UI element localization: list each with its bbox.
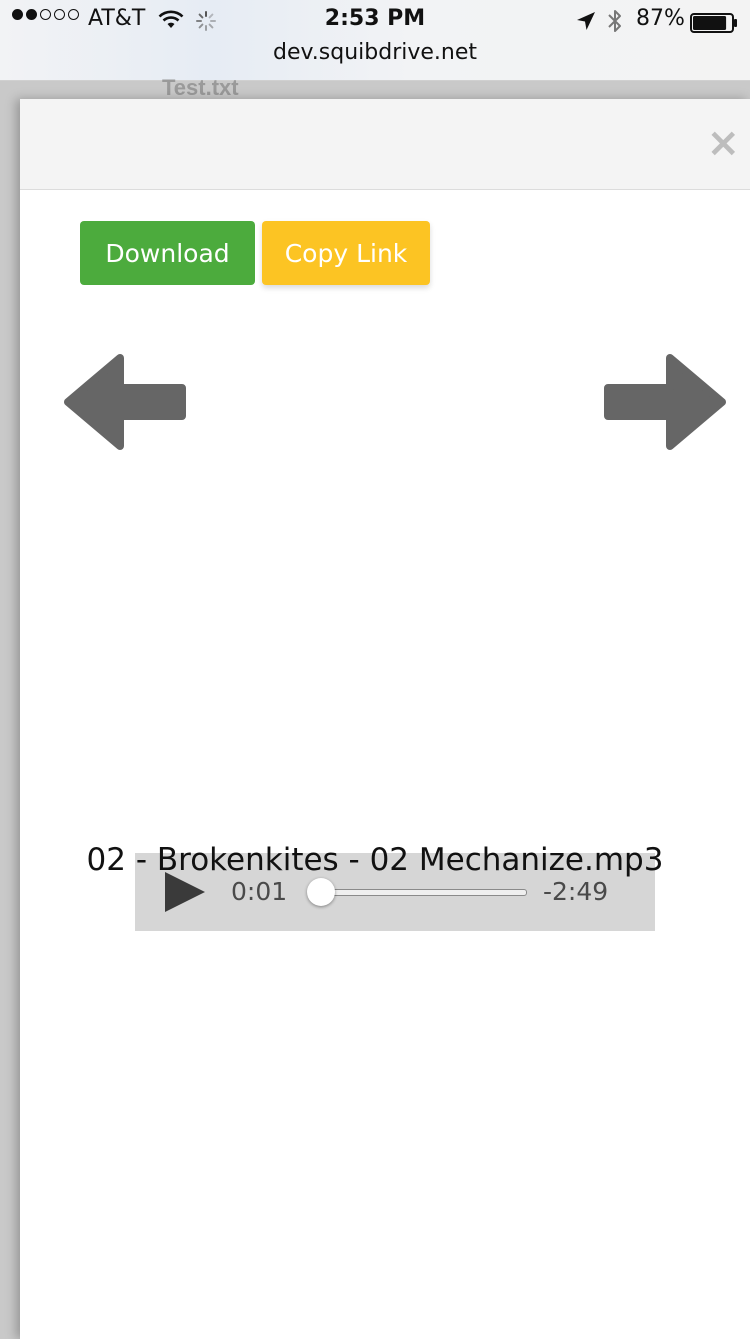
download-button[interactable]: Download: [80, 221, 255, 285]
background-page-title: Test.txt: [162, 75, 239, 100]
remaining-time: -2:49: [543, 877, 609, 906]
file-preview-modal: × Download Copy Link 0:01 -2:49: [20, 99, 750, 1339]
current-time: 0:01: [231, 877, 288, 906]
ios-status-bar: AT&T 2:53 PM 87% dev.squibdrive.net: [0, 0, 750, 81]
bluetooth-icon: [608, 10, 621, 32]
arrow-left-icon[interactable]: [58, 352, 190, 452]
battery-percentage: 87%: [636, 6, 685, 31]
seek-thumb[interactable]: [307, 878, 335, 906]
copy-link-button[interactable]: Copy Link: [262, 221, 430, 285]
seek-bar[interactable]: [321, 889, 527, 896]
location-arrow-icon: [577, 12, 595, 30]
audio-file-name: 02 - Brokenkites - 02 Mechanize.mp3: [86, 842, 664, 878]
close-button[interactable]: ×: [706, 123, 740, 163]
arrow-right-icon[interactable]: [600, 352, 732, 452]
status-row: AT&T 2:53 PM 87%: [0, 4, 750, 38]
modal-header: ×: [20, 99, 750, 190]
address-bar-url[interactable]: dev.squibdrive.net: [0, 40, 750, 65]
battery-icon: [690, 13, 737, 33]
